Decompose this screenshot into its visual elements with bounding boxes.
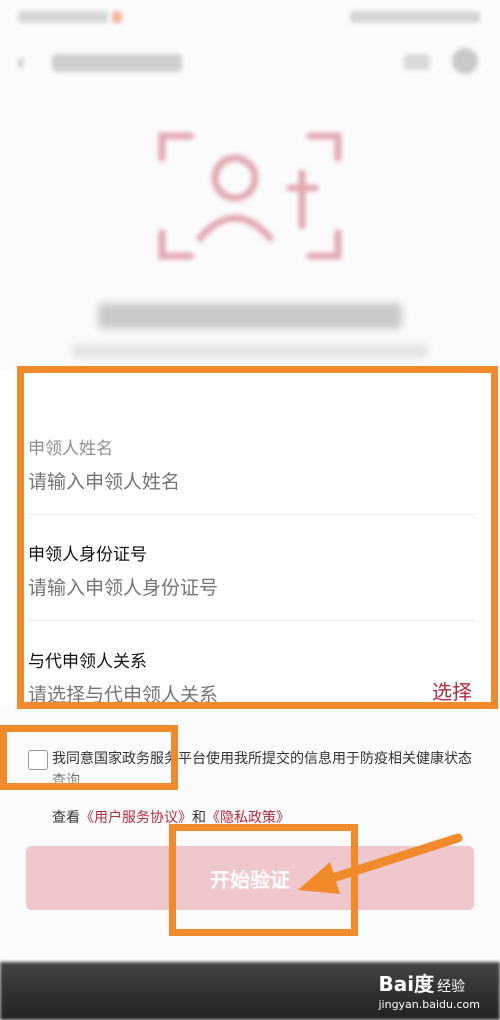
name-label: 申领人姓名 xyxy=(28,439,113,459)
policy-links: 查看《用户服务协议》和《隐私政策》 xyxy=(52,807,290,827)
relation-label: 与代申领人关系 xyxy=(28,652,147,672)
id-number-field: 申领人身份证号 xyxy=(28,540,476,599)
privacy-policy-link[interactable]: 《隐私政策》 xyxy=(206,810,290,826)
name-input[interactable] xyxy=(28,471,408,493)
start-verify-button[interactable]: 开始验证 xyxy=(26,846,474,910)
policy-conjunction: 和 xyxy=(192,810,206,826)
name-field: 申领人姓名 xyxy=(28,434,476,493)
id-number-label: 申领人身份证号 xyxy=(28,545,147,565)
watermark-brand-suffix: 经验 xyxy=(437,979,466,995)
id-number-input[interactable] xyxy=(28,577,408,599)
watermark-brand: Bai度 xyxy=(378,972,435,996)
user-agreement-link[interactable]: 《用户服务协议》 xyxy=(80,810,192,826)
applicant-form: 申领人姓名 申领人身份证号 与代申领人关系 选择 xyxy=(0,370,500,706)
more-icon[interactable] xyxy=(404,54,430,70)
divider xyxy=(28,620,476,621)
face-scan-icon xyxy=(158,132,342,260)
nav-bar: ‹ xyxy=(0,34,500,90)
close-icon[interactable] xyxy=(452,48,478,74)
divider xyxy=(28,514,476,515)
status-bar xyxy=(0,0,500,34)
watermark: Bai度 经验 jingyan.baidu.com xyxy=(378,968,480,1011)
hero-subtitle-blurred xyxy=(72,344,428,358)
relation-input[interactable] xyxy=(28,684,408,706)
relation-select-button[interactable]: 选择 xyxy=(432,676,472,705)
agreement-checkbox[interactable] xyxy=(28,750,48,770)
hero-title-blurred xyxy=(98,303,402,329)
back-arrow-icon[interactable]: ‹ xyxy=(16,48,26,76)
relation-field: 与代申领人关系 xyxy=(28,647,476,706)
page-title-blurred xyxy=(52,54,182,72)
watermark-url: jingyan.baidu.com xyxy=(378,998,480,1011)
policy-prefix: 查看 xyxy=(52,810,80,826)
